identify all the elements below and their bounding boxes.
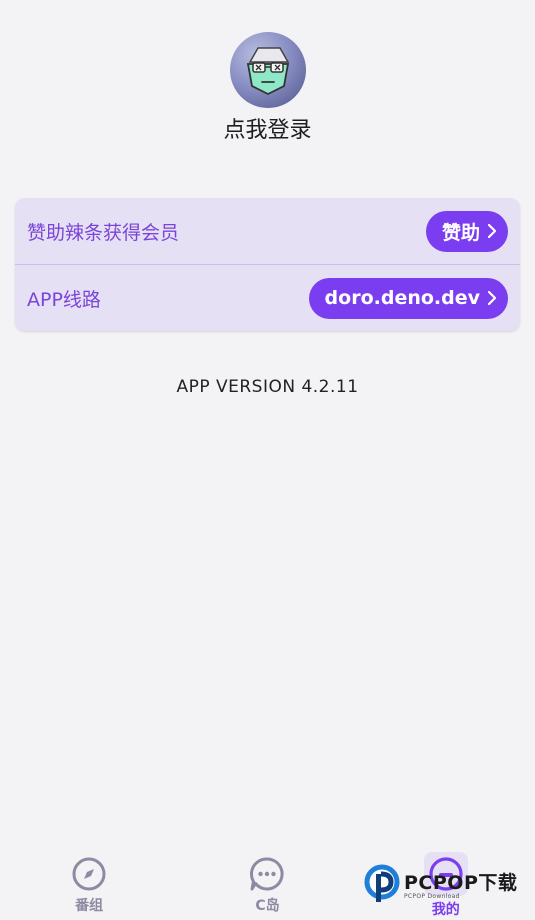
sponsor-button-label: 赞助 (441, 221, 480, 244)
compass-icon (72, 857, 106, 891)
route-row: APP线路 doro.deno.dev (15, 264, 520, 331)
nav-item-c-island[interactable]: C岛 (178, 848, 356, 920)
login-link[interactable]: 点我登录 (223, 112, 311, 144)
route-button-label: doro.deno.dev (324, 287, 480, 309)
chevron-right-icon (487, 223, 497, 239)
watermark-sub: PCPOP Download (404, 893, 460, 900)
pcpop-logo-icon (364, 864, 400, 902)
route-button[interactable]: doro.deno.dev (308, 277, 508, 319)
chevron-right-icon (487, 290, 497, 306)
doro-avatar-icon (246, 47, 289, 96)
nav-label-bangumi: 番组 (75, 898, 104, 914)
watermark-logo: PCPOP下载 PCPOP Download (364, 862, 529, 906)
route-label: APP线路 (27, 288, 101, 311)
watermark-text: PCPOP下载 PCPOP Download (404, 868, 517, 900)
sponsor-label: 赞助辣条获得会员 (27, 221, 180, 244)
chat-bubble-icon (250, 857, 285, 891)
nav-label-c-island: C岛 (255, 898, 280, 914)
settings-card: 赞助辣条获得会员 赞助 APP线路 doro.deno.dev (15, 198, 520, 331)
app-version-text: APP VERSION 4.2.11 (176, 377, 359, 397)
sponsor-row: 赞助辣条获得会员 赞助 (15, 198, 520, 264)
avatar[interactable] (229, 32, 306, 108)
profile-section: 点我登录 (0, 32, 535, 144)
sponsor-button[interactable]: 赞助 (425, 210, 508, 252)
watermark-main: PCPOP下载 (404, 872, 518, 894)
nav-item-bangumi[interactable]: 番组 (0, 848, 178, 920)
